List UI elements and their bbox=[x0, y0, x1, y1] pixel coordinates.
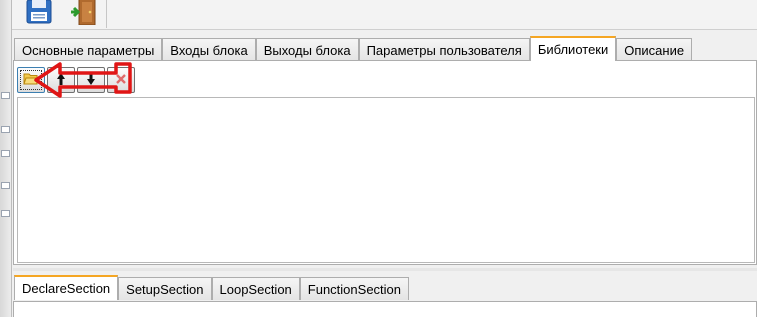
tab-label: Входы блока bbox=[170, 42, 248, 58]
tab-label: SetupSection bbox=[126, 281, 204, 297]
code-editor-panel[interactable] bbox=[13, 301, 757, 317]
tab-declare-section[interactable]: DeclareSection bbox=[14, 275, 119, 300]
open-folder-icon bbox=[23, 72, 40, 88]
libraries-toolbar bbox=[17, 67, 135, 93]
tab-label: Библиотеки bbox=[537, 42, 609, 57]
libraries-list[interactable] bbox=[17, 97, 755, 263]
move-up-button[interactable] bbox=[47, 67, 75, 93]
tab-block-inputs[interactable]: Входы блока bbox=[162, 38, 256, 61]
save-icon bbox=[25, 0, 53, 27]
tab-label: DeclareSection bbox=[22, 281, 111, 296]
background-window-edge bbox=[0, 0, 12, 317]
tab-main-parameters[interactable]: Основные параметры bbox=[14, 38, 163, 61]
tab-function-section[interactable]: FunctionSection bbox=[299, 277, 410, 300]
tab-label: Основные параметры bbox=[22, 42, 155, 58]
move-down-button[interactable] bbox=[77, 67, 105, 93]
libraries-panel bbox=[13, 60, 757, 265]
main-toolbar bbox=[12, 0, 757, 30]
tab-label: Описание bbox=[624, 42, 685, 58]
tab-label: Выходы блока bbox=[263, 42, 351, 58]
open-library-button[interactable] bbox=[17, 67, 45, 93]
tab-user-parameters[interactable]: Параметры пользователя bbox=[358, 38, 530, 61]
move-down-arrow-icon bbox=[86, 72, 96, 89]
delete-library-button[interactable] bbox=[107, 67, 135, 93]
properties-tab-strip: Основные параметры Входы блока Выходы бл… bbox=[14, 36, 693, 61]
tab-setup-section[interactable]: SetupSection bbox=[118, 277, 212, 300]
move-up-arrow-icon bbox=[56, 72, 66, 89]
tab-loop-section[interactable]: LoopSection bbox=[211, 277, 300, 300]
tab-libraries[interactable]: Библиотеки bbox=[529, 36, 617, 61]
code-section-tab-strip: DeclareSection SetupSection LoopSection … bbox=[14, 275, 410, 302]
panel-splitter[interactable] bbox=[13, 268, 757, 271]
tab-label: Параметры пользователя bbox=[366, 42, 522, 58]
exit-button[interactable] bbox=[66, 0, 100, 26]
tab-label: FunctionSection bbox=[307, 281, 402, 297]
tab-description[interactable]: Описание bbox=[616, 38, 693, 61]
delete-x-icon bbox=[115, 73, 127, 88]
save-button[interactable] bbox=[22, 0, 56, 26]
tab-label: LoopSection bbox=[219, 281, 292, 297]
tab-block-outputs[interactable]: Выходы блока bbox=[255, 38, 359, 61]
toolbar-separator bbox=[106, 0, 107, 28]
exit-door-icon bbox=[69, 0, 97, 28]
